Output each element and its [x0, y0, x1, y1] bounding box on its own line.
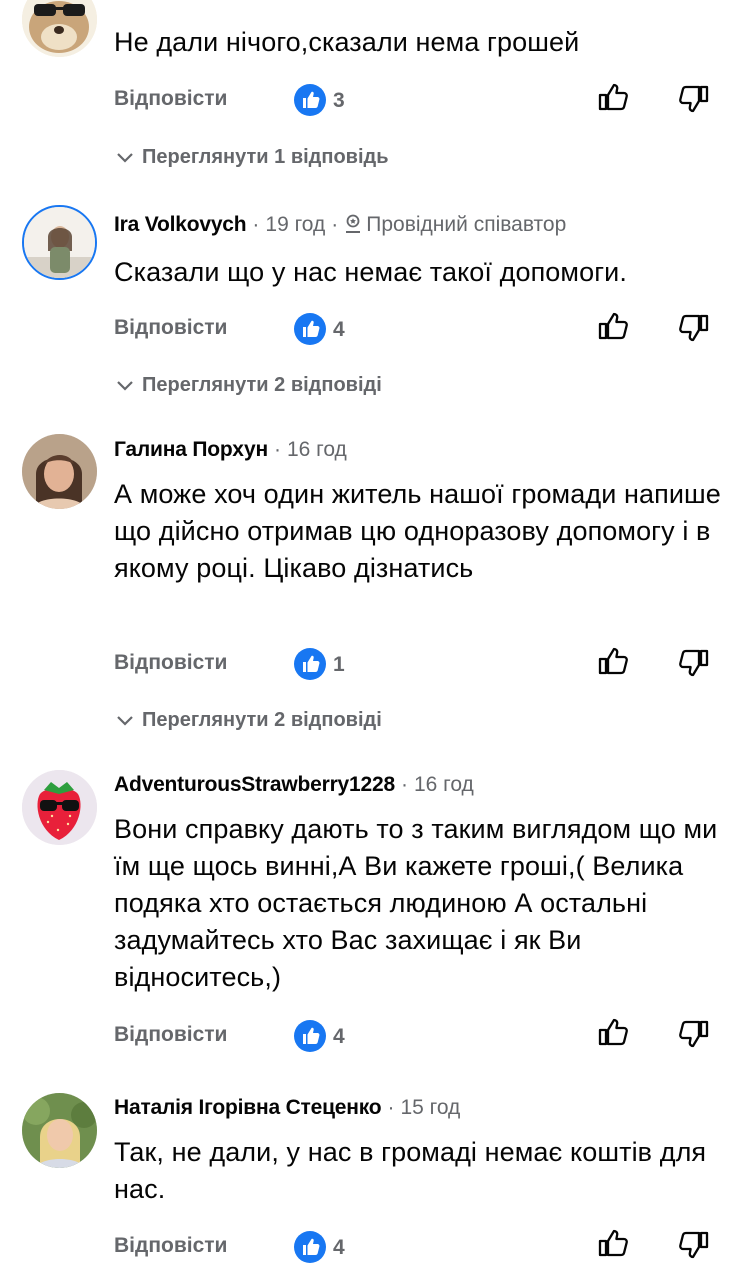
dog-avatar-icon: [22, 0, 97, 57]
separator-dot: ·: [252, 213, 260, 236]
chevron-down-icon: [117, 381, 133, 391]
thumb-up-icon[interactable]: [596, 309, 630, 343]
chevron-down-icon: [117, 716, 133, 726]
like-reaction-icon: [294, 84, 326, 116]
comment-text: Сказали що у нас немає такої допомоги.: [114, 257, 627, 287]
like-count: 4: [333, 318, 345, 341]
view-replies-label: Переглянути 1 відповідь: [142, 146, 389, 168]
author-name[interactable]: AdventurousStrawberry1228: [114, 773, 395, 796]
reply-button[interactable]: Відповісти: [114, 1023, 227, 1047]
like-reaction-icon: [294, 648, 326, 680]
contributor-badge-icon: [346, 214, 361, 233]
comment-text: Не дали нічого,сказали нема грошей: [114, 27, 580, 57]
comment-text: Так, не дали, у нас в громаді немає кошт…: [114, 1137, 707, 1204]
like-count: 4: [333, 1025, 345, 1048]
reply-button[interactable]: Відповісти: [114, 1234, 227, 1258]
avatar[interactable]: [22, 1093, 97, 1168]
view-replies-button[interactable]: Переглянути 2 відповіді: [116, 374, 382, 397]
thumb-up-icon[interactable]: [596, 80, 630, 114]
like-count: 1: [333, 653, 345, 676]
like-reaction-icon: [294, 1231, 326, 1263]
thumb-up-icon[interactable]: [596, 1015, 630, 1049]
comment-header: AdventurousStrawberry1228 · 16 год: [114, 772, 474, 798]
timestamp[interactable]: 16 год: [287, 438, 347, 461]
like-count: 4: [333, 1236, 345, 1259]
thumb-up-icon[interactable]: [596, 644, 630, 678]
author-name[interactable]: Галина Порхун: [114, 438, 268, 461]
thumb-down-icon[interactable]: [677, 82, 711, 116]
comment-header: Наталія Ігорівна Стеценко · 15 год: [114, 1095, 460, 1121]
user-photo-icon: [24, 207, 95, 278]
user-photo-icon: [22, 434, 97, 509]
separator-dot: ·: [387, 1096, 395, 1119]
view-replies-label: Переглянути 2 відповіді: [142, 374, 382, 396]
thumb-down-icon[interactable]: [677, 1017, 711, 1051]
avatar[interactable]: [22, 0, 97, 57]
comment-text: Вони справку дають то з таким виглядом щ…: [114, 814, 718, 992]
avatar[interactable]: [22, 770, 97, 845]
like-reaction-icon: [294, 313, 326, 345]
comment-header: Галина Порхун · 16 год: [114, 437, 347, 463]
reply-button[interactable]: Відповісти: [114, 87, 227, 111]
user-photo-icon: [22, 1093, 97, 1168]
timestamp[interactable]: 19 год: [265, 213, 325, 236]
view-replies-button[interactable]: Переглянути 2 відповіді: [116, 709, 382, 732]
thumb-down-icon[interactable]: [677, 1228, 711, 1262]
view-replies-button[interactable]: Переглянути 1 відповідь: [116, 146, 389, 169]
avatar[interactable]: [22, 205, 97, 280]
reply-button[interactable]: Відповісти: [114, 316, 227, 340]
view-replies-label: Переглянути 2 відповіді: [142, 709, 382, 731]
like-count: 3: [333, 89, 345, 112]
thumb-down-icon[interactable]: [677, 311, 711, 345]
timestamp[interactable]: 16 год: [414, 773, 474, 796]
reply-button[interactable]: Відповісти: [114, 651, 227, 675]
author-name[interactable]: Наталія Ігорівна Стеценко: [114, 1096, 382, 1119]
thumb-down-icon[interactable]: [677, 646, 711, 680]
thumb-up-icon[interactable]: [596, 1226, 630, 1260]
chevron-down-icon: [117, 153, 133, 163]
comment: Не дали нічого,сказали нема грошей Відпо…: [0, 0, 739, 190]
strawberry-sunglasses-icon: [22, 770, 97, 845]
author-name[interactable]: Ira Volkovych: [114, 213, 247, 236]
comment-header: Ira Volkovych · 19 год · Провідний співавтор: [114, 212, 566, 238]
timestamp[interactable]: 15 год: [400, 1096, 460, 1119]
contributor-badge: Провідний співавтор: [366, 213, 567, 236]
separator-dot: ·: [331, 213, 339, 236]
avatar[interactable]: [22, 434, 97, 509]
like-reaction-icon: [294, 1020, 326, 1052]
separator-dot: ·: [273, 438, 281, 461]
comment-text: А може хоч один житель нашої громади нап…: [114, 479, 721, 583]
separator-dot: ·: [400, 773, 408, 796]
